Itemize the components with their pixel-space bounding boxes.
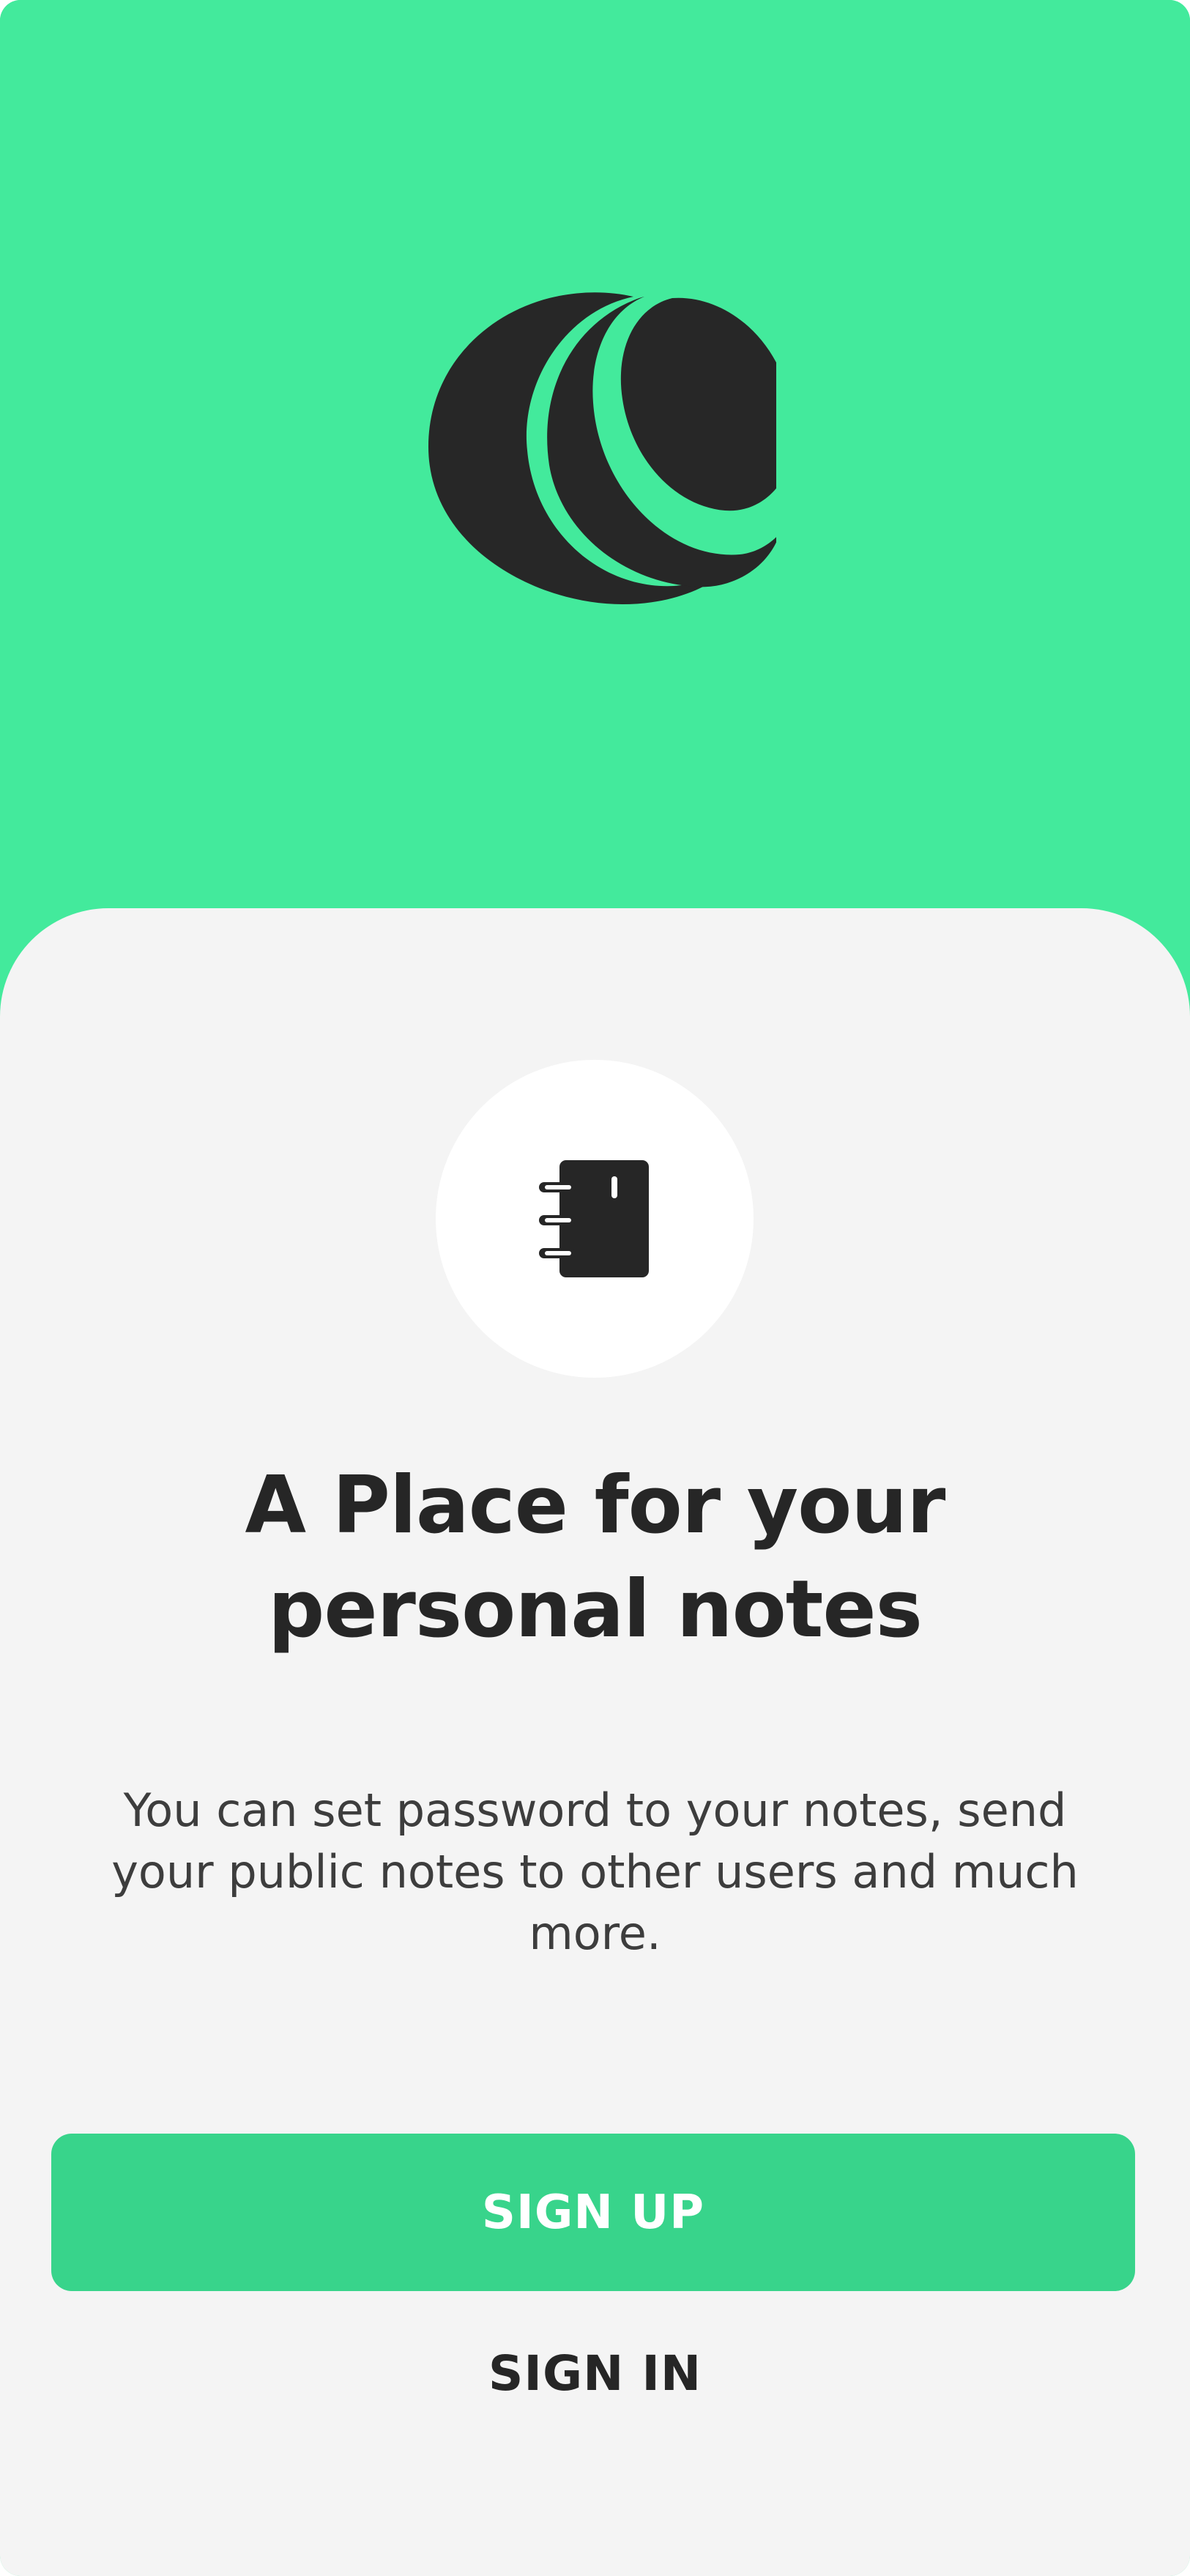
- onboarding-title: A Place for your personal notes: [245, 1460, 946, 1655]
- onboarding-description: You can set password to your notes, send…: [111, 1783, 1079, 1960]
- app-screen: A Place for your personal notes You can …: [0, 0, 1190, 2576]
- hero-banner: [0, 0, 1190, 952]
- feature-icon-circle: [436, 1060, 754, 1378]
- onboarding-sheet: A Place for your personal notes You can …: [0, 908, 1190, 2576]
- sign-in-button[interactable]: SIGN IN: [381, 2329, 809, 2417]
- sign-up-button[interactable]: SIGN UP: [51, 2134, 1135, 2291]
- notebook-icon: [539, 1160, 649, 1277]
- crescent-globe-logo-icon: [428, 292, 776, 604]
